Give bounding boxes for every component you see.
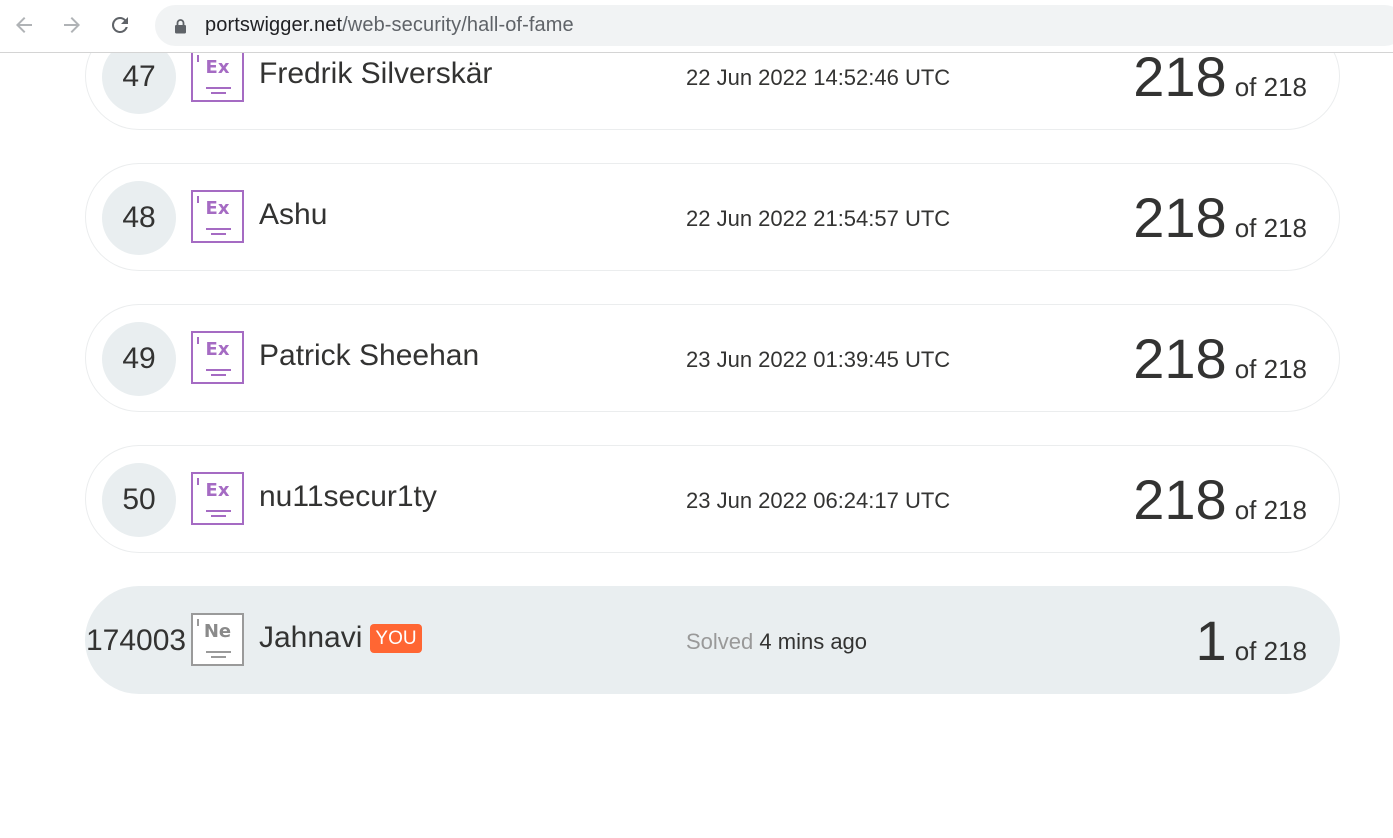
forward-arrow-icon[interactable] [58, 11, 86, 39]
leaderboard-row[interactable]: 48 Ex Ashu 22 Jun 2022 21:54:57 UTC 218 … [85, 163, 1340, 271]
user-name[interactable]: Jahnavi YOU [259, 621, 422, 655]
expert-level-badge-icon: Ex [191, 331, 244, 384]
expert-level-badge-icon: Ex [191, 49, 244, 102]
rank-number: 174003 [86, 624, 187, 657]
hall-of-fame-list: 47 Ex Fredrik Silverskär 22 Jun 2022 14:… [0, 0, 1393, 838]
rank-number: 50 [102, 463, 176, 537]
total-count: of 218 [1234, 213, 1307, 243]
solved-time: Solved 4 mins ago [686, 629, 867, 655]
completion-date: 23 Jun 2022 06:24:17 UTC [686, 488, 951, 513]
novice-level-badge-icon: Ne [191, 613, 244, 666]
user-name[interactable]: Fredrik Silverskär [259, 57, 492, 91]
completion-date: 23 Jun 2022 01:39:45 UTC [686, 347, 951, 372]
score: 218 of 218 [1133, 462, 1307, 538]
total-count: of 218 [1234, 354, 1307, 384]
score: 218 of 218 [1133, 180, 1307, 256]
expert-level-badge-icon: Ex [191, 472, 244, 525]
user-name[interactable]: nu11secur1ty [259, 480, 437, 514]
url-host: portswigger.net [205, 14, 343, 36]
score: 1 of 218 [1196, 603, 1307, 679]
url-text[interactable]: portswigger.net/web-security/hall-of-fam… [205, 14, 574, 37]
solved-count: 218 [1133, 186, 1227, 249]
expert-level-badge-icon: Ex [191, 190, 244, 243]
reload-icon[interactable] [106, 11, 134, 39]
leaderboard-row[interactable]: 50 Ex nu11secur1ty 23 Jun 2022 06:24:17 … [85, 445, 1340, 553]
browser-toolbar: portswigger.net/web-security/hall-of-fam… [0, 0, 1393, 53]
solved-count: 1 [1195, 609, 1227, 672]
current-user-row[interactable]: 174003 Ne Jahnavi YOU Solved 4 mins ago … [85, 586, 1340, 694]
total-count: of 218 [1234, 495, 1307, 525]
leaderboard-row[interactable]: 49 Ex Patrick Sheehan 23 Jun 2022 01:39:… [85, 304, 1340, 412]
score: 218 of 218 [1133, 321, 1307, 397]
lock-icon[interactable] [173, 18, 187, 34]
user-name[interactable]: Ashu [259, 198, 327, 232]
solved-label: Solved [686, 629, 754, 654]
completion-date: 22 Jun 2022 14:52:46 UTC [686, 65, 951, 90]
total-count: of 218 [1234, 636, 1307, 666]
rank-number: 49 [102, 322, 176, 396]
you-badge: YOU [370, 623, 422, 653]
back-arrow-icon[interactable] [10, 11, 38, 39]
rank-number: 48 [102, 181, 176, 255]
completion-date: 22 Jun 2022 21:54:57 UTC [686, 206, 951, 231]
user-name[interactable]: Patrick Sheehan [259, 339, 479, 373]
solved-ago: 4 mins ago [759, 629, 868, 654]
solved-count: 218 [1133, 468, 1227, 531]
total-count: of 218 [1234, 72, 1307, 102]
solved-count: 218 [1133, 327, 1227, 390]
url-path: /web-security/hall-of-fame [342, 14, 574, 36]
address-bar[interactable]: portswigger.net/web-security/hall-of-fam… [155, 5, 1393, 46]
